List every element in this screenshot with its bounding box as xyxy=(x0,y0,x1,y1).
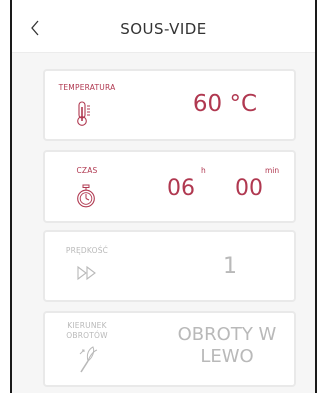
hours-value: 06 xyxy=(167,176,195,201)
minutes-unit: min xyxy=(265,166,280,175)
speed-card[interactable]: PRĘDKOŚĆ 1 xyxy=(43,230,296,302)
whisk-icon xyxy=(78,344,100,378)
rotation-direction-value-line1: OBROTY W xyxy=(177,324,277,345)
stopwatch-icon xyxy=(76,184,96,212)
speed-value: 1 xyxy=(223,254,237,279)
hours-unit: h xyxy=(201,166,206,175)
screen-border-right xyxy=(315,0,317,393)
time-card[interactable]: CZAS 06 h 00 min xyxy=(43,150,296,223)
time-label: CZAS xyxy=(76,166,98,175)
rotation-direction-card[interactable]: KIERUNEK OBROTÓW OBROTY W LEWO xyxy=(43,311,296,387)
header: SOUS-VIDE xyxy=(12,0,315,53)
rotation-direction-label: KIERUNEK OBROTÓW xyxy=(51,321,123,341)
minutes-value: 00 xyxy=(235,176,263,201)
temperature-label: TEMPERATURA xyxy=(58,83,116,92)
chevron-left-icon xyxy=(31,20,39,36)
fast-forward-icon xyxy=(76,265,100,285)
rotation-direction-label-line1: KIERUNEK xyxy=(67,321,107,330)
speed-label: PRĘDKOŚĆ xyxy=(65,246,109,255)
rotation-direction-value-line2: LEWO xyxy=(200,346,254,367)
page-title: SOUS-VIDE xyxy=(120,20,207,38)
sous-vide-screen: SOUS-VIDE TEMPERATURA 60 °C CZAS 06 h 00… xyxy=(0,0,328,393)
back-button[interactable] xyxy=(26,18,46,38)
temperature-value: 60 °C xyxy=(192,91,258,117)
rotation-direction-label-line2: OBROTÓW xyxy=(66,331,108,340)
temperature-card[interactable]: TEMPERATURA 60 °C xyxy=(43,69,296,141)
thermometer-icon xyxy=(75,101,93,131)
rotation-direction-value: OBROTY W LEWO xyxy=(157,324,297,368)
settings-panel: TEMPERATURA 60 °C CZAS 06 h 00 min PRĘDK… xyxy=(12,53,315,393)
